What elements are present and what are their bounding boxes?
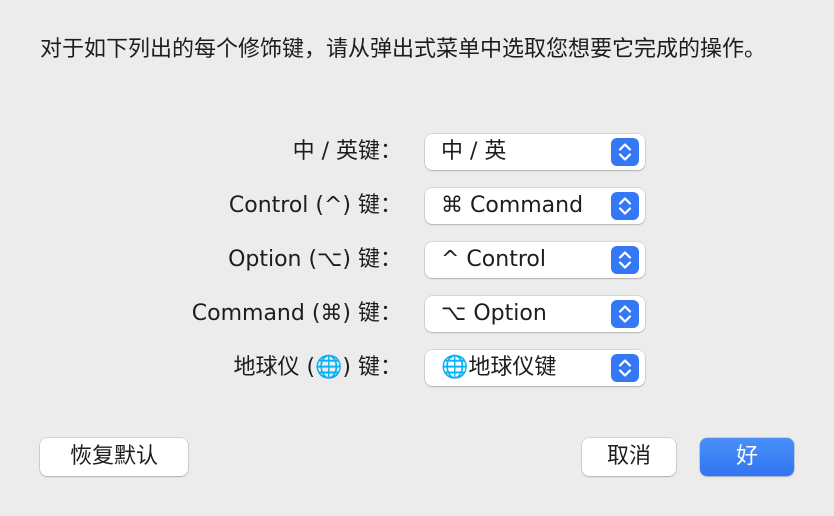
modifier-popup-option[interactable]: ^ Control	[425, 242, 645, 278]
modifier-popup-globe[interactable]: 🌐地球仪键	[425, 350, 645, 386]
modifier-row-zh-en: 中 / 英键： 中 / 英	[0, 132, 834, 172]
instructions-text: 对于如下列出的每个修饰键，请从弹出式菜单中选取您想要它完成的操作。	[40, 37, 767, 62]
chevron-up-down-icon	[611, 192, 639, 220]
modifier-label-option: Option (⌥) 键：	[228, 247, 402, 272]
chevron-up-down-icon	[611, 138, 639, 166]
modifier-keys-dialog: 对于如下列出的每个修饰键，请从弹出式菜单中选取您想要它完成的操作。 中 / 英键…	[0, 0, 834, 516]
popup-selected-value: ^ Control	[441, 247, 546, 272]
modifier-row-globe: 地球仪 (🌐) 键： 🌐地球仪键	[0, 348, 834, 388]
popup-selected-value: 中 / 英	[441, 139, 507, 164]
modifier-popup-control[interactable]: ⌘ Command	[425, 188, 645, 224]
chevron-up-down-icon	[611, 354, 639, 382]
cancel-button[interactable]: 取消	[582, 438, 676, 476]
modifier-label-control: Control (^) 键：	[228, 193, 402, 218]
popup-selected-value: ⌘ Command	[441, 193, 584, 218]
modifier-label-zh-en: 中 / 英键：	[292, 139, 402, 164]
popup-selected-value: 🌐地球仪键	[441, 355, 557, 380]
chevron-up-down-icon	[611, 300, 639, 328]
restore-defaults-button[interactable]: 恢复默认	[40, 438, 188, 476]
popup-selected-value: ⌥ Option	[441, 301, 547, 326]
ok-button[interactable]: 好	[700, 438, 794, 476]
modifier-row-option: Option (⌥) 键： ^ Control	[0, 240, 834, 280]
modifier-popup-zh-en[interactable]: 中 / 英	[425, 134, 645, 170]
modifier-row-command: Command (⌘) 键： ⌥ Option	[0, 294, 834, 334]
modifier-label-globe: 地球仪 (🌐) 键：	[233, 355, 402, 380]
chevron-up-down-icon	[611, 246, 639, 274]
modifier-row-control: Control (^) 键： ⌘ Command	[0, 186, 834, 226]
modifier-label-command: Command (⌘) 键：	[191, 301, 402, 326]
modifier-popup-command[interactable]: ⌥ Option	[425, 296, 645, 332]
